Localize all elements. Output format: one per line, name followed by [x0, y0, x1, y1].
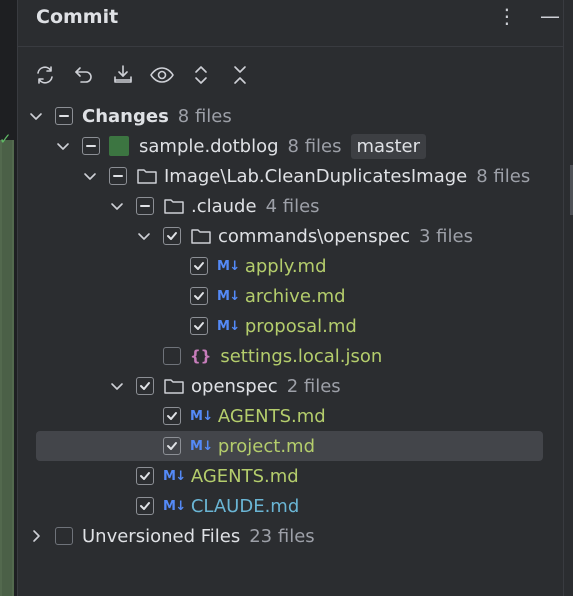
tree-row-file[interactable]: {} settings.local.json: [163, 341, 382, 371]
checkbox-partial[interactable]: [136, 197, 154, 215]
markdown-icon: M↓: [190, 408, 213, 424]
collapse-all-icon[interactable]: [227, 62, 253, 88]
chevron-right-icon[interactable]: [28, 528, 44, 544]
folder-label: .claude: [191, 195, 257, 217]
tree-row-file[interactable]: M↓ proposal.md: [190, 311, 357, 341]
tree-row-module[interactable]: sample.dotblog 8 files master: [55, 131, 426, 161]
chevron-down-icon[interactable]: [55, 138, 71, 154]
markdown-icon: M↓: [163, 498, 186, 514]
file-count: 8 files: [287, 135, 342, 157]
checkbox-checked[interactable]: [136, 377, 154, 395]
panel-title: Commit: [36, 6, 119, 28]
tree-row-folder[interactable]: openspec 2 files: [109, 371, 341, 401]
folder-icon: [163, 197, 185, 215]
file-count: 3 files: [418, 225, 473, 247]
tree-row-unversioned[interactable]: Unversioned Files 23 files: [28, 521, 315, 551]
editor-gutter: ✓: [0, 0, 18, 596]
json-icon: {}: [190, 347, 212, 365]
tree-row-file[interactable]: M↓ AGENTS.md: [163, 401, 326, 431]
chevron-down-icon[interactable]: [136, 228, 152, 244]
module-icon: [109, 136, 129, 156]
file-label: AGENTS.md: [217, 405, 326, 427]
markdown-icon: M↓: [217, 258, 240, 274]
tree-row-file-selected[interactable]: M↓ project.md: [163, 431, 315, 461]
checkbox-checked[interactable]: [136, 467, 154, 485]
folder-icon: [136, 167, 158, 185]
file-label: archive.md: [244, 285, 346, 307]
file-label: AGENTS.md: [190, 465, 299, 487]
tree-row-folder[interactable]: commands\openspec 3 files: [136, 221, 473, 251]
checkbox-partial[interactable]: [82, 137, 100, 155]
commit-panel: Commit ⋮ — Changes 8 files sample.dotblo…: [18, 0, 564, 596]
file-count: 23 files: [249, 525, 315, 547]
shelve-icon[interactable]: [110, 62, 136, 88]
markdown-icon: M↓: [217, 318, 240, 334]
tree-row-file[interactable]: M↓ archive.md: [190, 281, 346, 311]
title-bar: Commit ⋮ —: [18, 0, 564, 47]
file-label: CLAUDE.md: [190, 495, 300, 517]
changes-label: Changes: [82, 105, 169, 127]
file-count: 4 files: [265, 195, 320, 217]
minimize-icon[interactable]: —: [540, 4, 560, 28]
markdown-icon: M↓: [217, 288, 240, 304]
chevron-down-icon[interactable]: [109, 378, 125, 394]
change-marker-bar: [0, 140, 14, 596]
checkbox-checked[interactable]: [190, 317, 208, 335]
markdown-icon: M↓: [190, 438, 213, 454]
preview-icon[interactable]: [149, 62, 175, 88]
check-icon: ✓: [0, 130, 12, 148]
rollback-icon[interactable]: [71, 62, 97, 88]
checkbox-checked[interactable]: [163, 227, 181, 245]
unversioned-label: Unversioned Files: [82, 525, 241, 547]
commit-toolbar: [32, 58, 266, 92]
folder-label: openspec: [191, 375, 278, 397]
folder-label: Image\Lab.CleanDuplicatesImage: [164, 165, 468, 187]
right-panel-edge: [563, 0, 573, 596]
file-label: apply.md: [244, 255, 327, 277]
checkbox-checked[interactable]: [163, 407, 181, 425]
checkbox-partial[interactable]: [55, 107, 73, 125]
checkbox-checked[interactable]: [163, 437, 181, 455]
tree-row-folder[interactable]: .claude 4 files: [109, 191, 320, 221]
tree-row-changes[interactable]: Changes 8 files: [28, 101, 232, 131]
markdown-icon: M↓: [163, 468, 186, 484]
tree-row-file[interactable]: M↓ apply.md: [190, 251, 327, 281]
file-label: proposal.md: [244, 315, 357, 337]
folder-label: commands\openspec: [218, 225, 410, 247]
file-label: project.md: [217, 435, 315, 457]
folder-icon: [190, 227, 212, 245]
checkbox-checked[interactable]: [190, 287, 208, 305]
checkbox-unchecked[interactable]: [55, 527, 73, 545]
branch-badge: master: [350, 133, 426, 159]
checkbox-checked[interactable]: [190, 257, 208, 275]
tree-row-file[interactable]: M↓ AGENTS.md: [136, 461, 299, 491]
checkbox-unchecked[interactable]: [163, 347, 181, 365]
tree-row-file[interactable]: M↓ CLAUDE.md: [136, 491, 299, 521]
file-count: 8 files: [476, 165, 531, 187]
tree-row-folder[interactable]: Image\Lab.CleanDuplicatesImage 8 files: [82, 161, 530, 191]
refresh-icon[interactable]: [32, 62, 58, 88]
more-vertical-icon[interactable]: ⋮: [497, 4, 517, 28]
file-label: settings.local.json: [220, 345, 383, 367]
file-count: 8 files: [177, 105, 232, 127]
chevron-down-icon[interactable]: [109, 198, 125, 214]
checkbox-partial[interactable]: [109, 167, 127, 185]
file-count: 2 files: [286, 375, 341, 397]
chevron-down-icon[interactable]: [82, 168, 98, 184]
chevron-down-icon[interactable]: [28, 108, 44, 124]
module-label: sample.dotblog: [139, 135, 279, 157]
expand-all-icon[interactable]: [188, 62, 214, 88]
checkbox-checked[interactable]: [136, 497, 154, 515]
folder-icon: [163, 377, 185, 395]
